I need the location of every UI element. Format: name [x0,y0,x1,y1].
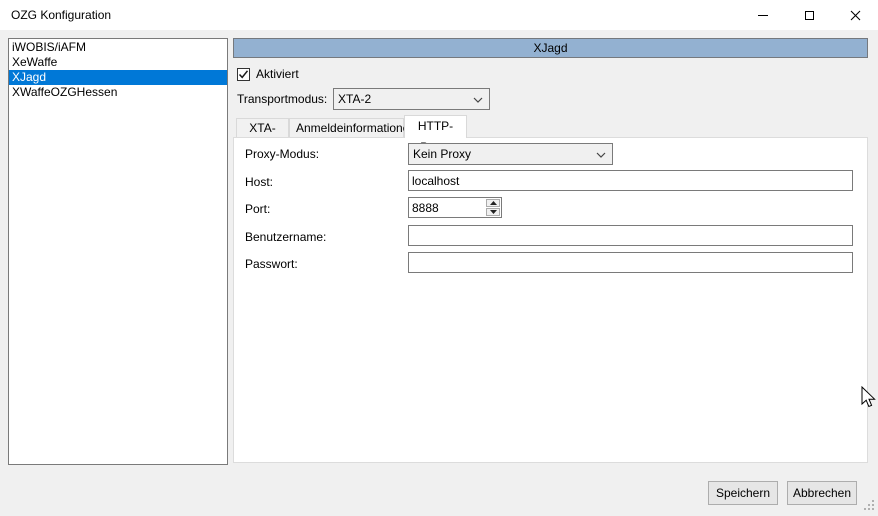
aktiviert-row: Aktiviert [237,67,299,81]
passwort-label: Passwort: [245,257,298,271]
arrow-up-icon [490,201,497,205]
proxy-modus-value: Kein Proxy [413,147,471,161]
aktiviert-label: Aktiviert [256,67,299,81]
ozg-konfiguration-window: { "window": { "title": "OZG Konfiguratio… [0,0,878,516]
transportmodus-value: XTA-2 [338,92,371,106]
host-input[interactable] [408,170,853,191]
spin-up-button[interactable] [486,199,500,207]
close-button[interactable] [832,0,878,30]
host-label: Host: [245,175,273,189]
transportmodus-label: Transportmodus: [237,92,327,106]
title-bar: OZG Konfiguration [0,0,878,30]
port-spinner [408,197,502,218]
port-spin-buttons [485,198,501,217]
spin-down-button[interactable] [486,208,500,216]
minimize-icon [758,15,768,16]
configuration-list: iWOBIS/iAFM XeWaffe XJagd XWaffeOZGHesse… [8,38,228,465]
list-item-xewaffe[interactable]: XeWaffe [9,55,227,70]
passwort-input[interactable] [408,252,853,273]
benutzername-input[interactable] [408,225,853,246]
list-item-xjagd[interactable]: XJagd [9,70,227,85]
port-label: Port: [245,202,270,216]
chevron-down-icon [473,97,483,103]
abbrechen-button[interactable]: Abbrechen [787,481,857,505]
benutzername-label: Benutzername: [245,230,326,244]
tab-anmeldeinformationen[interactable]: Anmeldeinformationen [289,118,404,138]
tab-xta-ws[interactable]: XTA-WS [236,118,289,138]
list-item-xwaffeozghessen[interactable]: XWaffeOZGHessen [9,85,227,100]
maximize-button[interactable] [786,0,832,30]
check-icon [238,69,249,80]
resize-grip[interactable] [862,498,876,512]
tab-http-proxy[interactable]: HTTP-Proxy [404,115,467,138]
transportmodus-combobox[interactable]: XTA-2 [333,88,490,110]
aktiviert-checkbox[interactable] [237,68,250,81]
minimize-button[interactable] [740,0,786,30]
window-title: OZG Konfiguration [11,0,111,30]
list-item-iwobis-iafm[interactable]: iWOBIS/iAFM [9,40,227,55]
maximize-icon [805,11,814,20]
chevron-down-icon [596,152,606,158]
close-icon [850,10,861,21]
port-input[interactable] [409,198,485,217]
mouse-cursor-icon [861,386,878,408]
proxy-modus-label: Proxy-Modus: [245,147,319,161]
arrow-down-icon [490,210,497,214]
proxy-modus-combobox[interactable]: Kein Proxy [408,143,613,165]
speichern-button[interactable]: Speichern [708,481,778,505]
panel-title: XJagd [233,38,868,58]
